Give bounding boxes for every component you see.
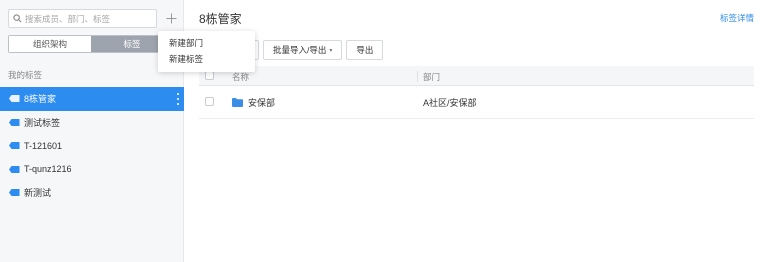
export-button[interactable]: 导出 <box>346 40 384 60</box>
page-title: 8栋管家 <box>199 12 242 26</box>
view-switch: 组织架构 标签 <box>8 35 174 53</box>
table-header: 名称 部门 <box>199 66 754 86</box>
batch-import-export-button[interactable]: 批量导入/导出 ▾ <box>263 40 343 60</box>
folder-icon <box>232 98 243 107</box>
tag-label: T-qunz1216 <box>24 164 72 175</box>
tag-label: T-121601 <box>24 140 63 151</box>
column-header-name: 名称 <box>232 72 250 82</box>
export-label: 导出 <box>356 45 374 55</box>
tag-item[interactable]: 测试标签 <box>0 111 184 135</box>
row-checkbox[interactable] <box>205 97 214 106</box>
section-title: 我的标签 <box>8 70 43 80</box>
tag-label: 8栋管家 <box>24 94 57 105</box>
tag-item[interactable]: T-121601 <box>0 134 184 158</box>
column-header-department: 部门 <box>423 72 441 82</box>
tag-icon <box>9 189 20 197</box>
search-input[interactable] <box>25 13 145 24</box>
menu-item-new-tag[interactable]: 新建标签 <box>158 51 255 67</box>
tag-item[interactable]: 新测试 <box>0 181 184 205</box>
tag-item[interactable]: T-qunz1216 <box>0 158 184 182</box>
menu-item-new-department[interactable]: 新建部门 <box>158 35 255 51</box>
main-panel: 8栋管家 标签详情 成员 批量导入/导出 ▾ 导出 名称 部门 安保部 A社区/… <box>185 0 760 262</box>
column-divider <box>417 71 418 82</box>
tag-item[interactable]: 8栋管家 <box>0 87 184 111</box>
search-icon <box>13 14 22 23</box>
tag-label: 测试标签 <box>24 117 61 128</box>
row-department: A社区/安保部 <box>423 98 477 108</box>
tag-icon <box>9 142 20 150</box>
tag-label: 新测试 <box>24 188 52 199</box>
table-row[interactable]: 安保部 A社区/安保部 <box>199 87 754 119</box>
chevron-down-icon: ▾ <box>329 47 333 54</box>
select-all-checkbox[interactable] <box>205 71 214 80</box>
tab-org-structure[interactable]: 组织架构 <box>9 36 91 52</box>
tag-icon <box>9 118 20 126</box>
row-name-text: 安保部 <box>248 98 276 108</box>
sidebar: 组织架构 标签 我的标签 8栋管家 测试标签 T-121601 <box>0 0 184 262</box>
search-box[interactable] <box>8 9 157 28</box>
tag-icon <box>9 95 20 103</box>
tag-list: 8栋管家 测试标签 T-121601 T-qunz1216 新测试 <box>0 87 184 205</box>
tag-detail-link[interactable]: 标签详情 <box>720 12 754 24</box>
add-dropdown-menu: 新建部门 新建标签 <box>158 31 255 72</box>
plus-icon <box>166 13 176 24</box>
tag-icon <box>9 165 20 173</box>
more-options-icon[interactable] <box>176 93 180 105</box>
row-name: 安保部 <box>232 96 275 109</box>
batch-label: 批量导入/导出 <box>273 45 327 55</box>
add-button[interactable] <box>163 9 179 28</box>
